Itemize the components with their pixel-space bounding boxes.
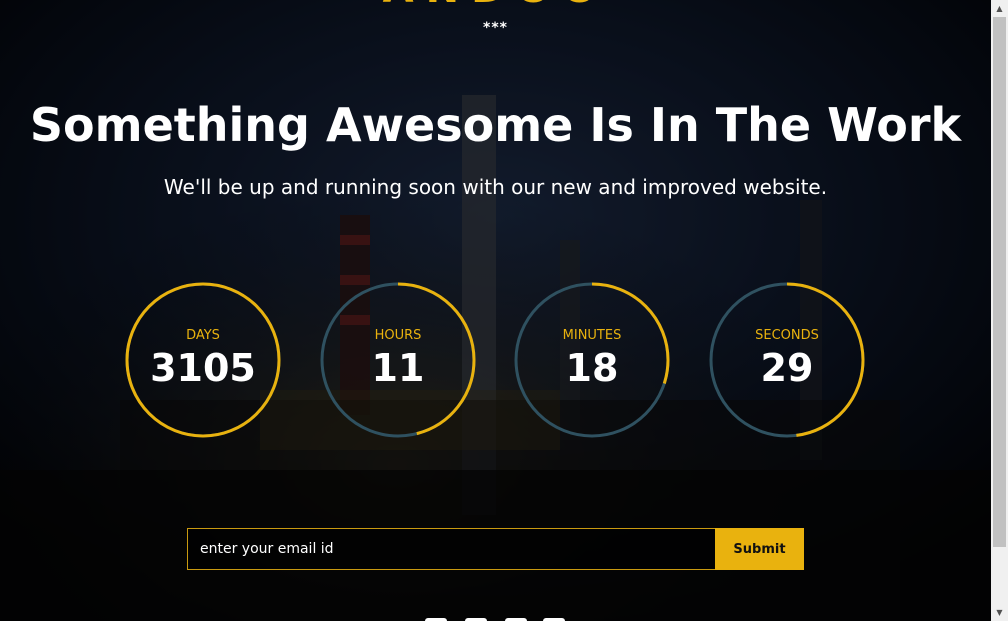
scrollbar-thumb[interactable]	[993, 17, 1006, 547]
scroll-down-arrow-icon[interactable]: ▼	[991, 604, 1008, 621]
countdown-seconds: SECONDS 29	[709, 282, 865, 438]
countdown-days-label: DAYS	[186, 328, 220, 343]
subscribe-form: Submit	[187, 528, 804, 570]
site-logo: ANDOO	[0, 0, 991, 12]
vertical-scrollbar[interactable]: ▲ ▼	[991, 0, 1008, 621]
logo-divider: ***	[483, 20, 508, 36]
countdown-seconds-label: SECONDS	[755, 328, 819, 343]
countdown-days-value: 3105	[150, 346, 256, 390]
countdown-seconds-value: 29	[760, 346, 814, 390]
countdown-minutes: MINUTES 18	[514, 282, 670, 438]
submit-button[interactable]: Submit	[715, 528, 804, 570]
countdown-hours-label: HOURS	[374, 328, 422, 343]
email-field[interactable]	[187, 528, 715, 570]
page-subtitle: We'll be up and running soon with our ne…	[163, 175, 828, 199]
countdown-hours-value: 11	[371, 346, 425, 390]
countdown-days: DAYS 3105	[125, 282, 281, 438]
countdown-hours: HOURS 11	[320, 282, 476, 438]
coming-soon-page: ANDOO *** Something Awesome Is In The Wo…	[0, 0, 1008, 621]
countdown-minutes-label: MINUTES	[562, 328, 622, 343]
page-title: Something Awesome Is In The Work	[29, 98, 962, 152]
scroll-up-arrow-icon[interactable]: ▲	[991, 0, 1008, 17]
countdown-minutes-value: 18	[565, 346, 619, 390]
